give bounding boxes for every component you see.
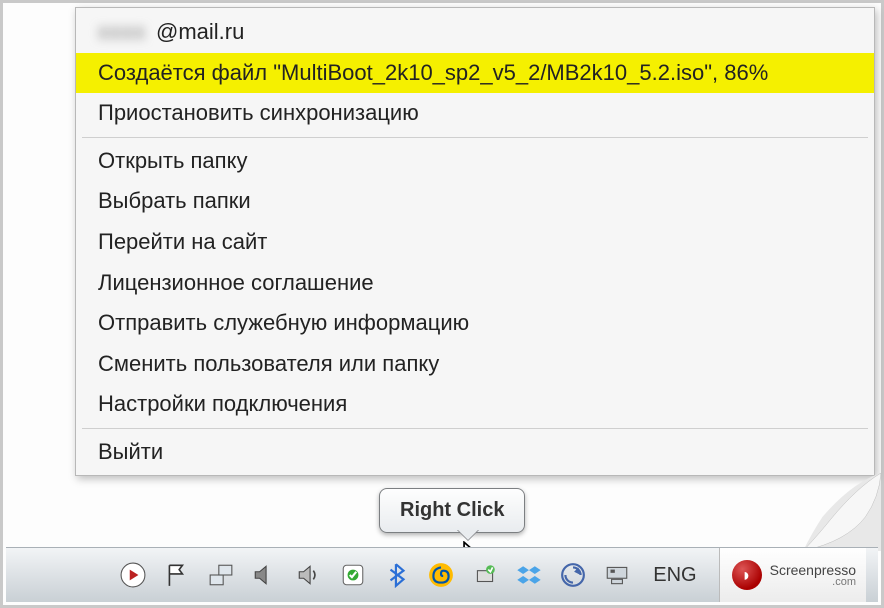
tray-icon-volume1[interactable]	[251, 561, 279, 589]
menu-header: xxxx @mail.ru	[76, 12, 874, 53]
system-tray: ENG ◗ Screenpresso .com	[119, 548, 878, 602]
tray-icon-volume2[interactable]	[295, 561, 323, 589]
context-menu: xxxx @mail.ru Создаётся файл "MultiBoot_…	[75, 7, 875, 476]
menu-item-status[interactable]: Создаётся файл "MultiBoot_2k10_sp2_v5_2/…	[76, 53, 874, 94]
tray-icon-network[interactable]	[207, 561, 235, 589]
username-blurred: xxxx	[98, 18, 146, 47]
menu-item-connection[interactable]: Настройки подключения	[76, 384, 874, 425]
tray-icon-bluetooth[interactable]	[383, 561, 411, 589]
annotation-tooltip: Right Click	[379, 488, 525, 533]
menu-item-license[interactable]: Лицензионное соглашение	[76, 263, 874, 304]
menu-item-send-diag[interactable]: Отправить служебную информацию	[76, 303, 874, 344]
tray-icon-device[interactable]	[603, 561, 631, 589]
language-indicator[interactable]: ENG	[647, 564, 702, 587]
menu-item-pause-sync[interactable]: Приостановить синхронизацию	[76, 93, 874, 134]
menu-item-open-site[interactable]: Перейти на сайт	[76, 222, 874, 263]
screenpresso-watermark: ◗ Screenpresso .com	[719, 548, 866, 602]
page-curl-decoration	[803, 473, 881, 551]
tray-icon-removable[interactable]	[471, 561, 499, 589]
menu-item-change-user[interactable]: Сменить пользователя или папку	[76, 344, 874, 385]
tray-icon-mailru-cloud[interactable]	[427, 561, 455, 589]
menu-separator	[82, 137, 868, 138]
menu-separator	[82, 428, 868, 429]
tray-icon-flag[interactable]	[163, 561, 191, 589]
email-domain: @mail.ru	[156, 18, 244, 47]
menu-item-choose-folders[interactable]: Выбрать папки	[76, 181, 874, 222]
menu-item-open-folder[interactable]: Открыть папку	[76, 141, 874, 182]
taskbar: ENG ◗ Screenpresso .com	[6, 547, 878, 602]
screenpresso-logo-icon: ◗	[732, 560, 762, 590]
tray-icon-shield[interactable]	[339, 561, 367, 589]
window-frame: xxxx @mail.ru Создаётся файл "MultiBoot_…	[0, 0, 884, 608]
tray-icon-dropbox[interactable]	[515, 561, 543, 589]
tray-icon-media[interactable]	[119, 561, 147, 589]
menu-item-exit[interactable]: Выйти	[76, 432, 874, 473]
tray-icon-sync[interactable]	[559, 561, 587, 589]
screenpresso-label: Screenpresso .com	[770, 563, 856, 588]
